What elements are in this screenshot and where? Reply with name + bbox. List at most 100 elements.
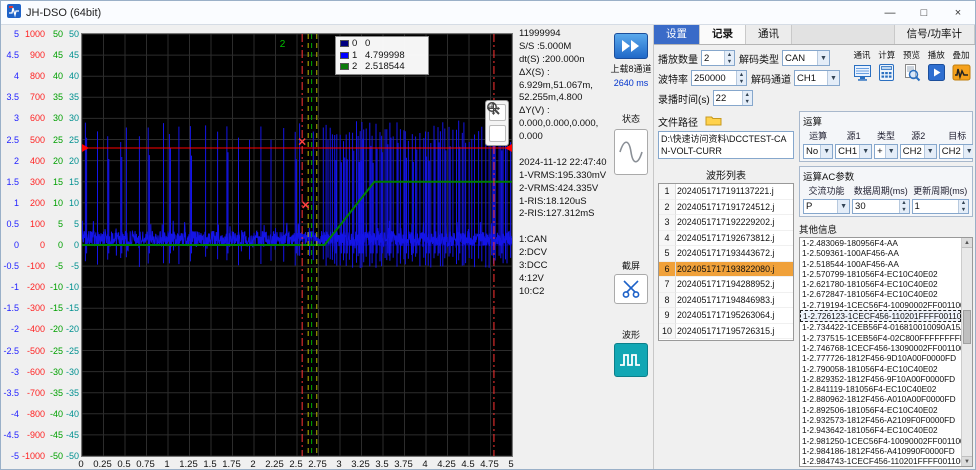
legend-row[interactable]: 22.518544 bbox=[340, 61, 424, 73]
calculator-icon[interactable] bbox=[877, 63, 896, 82]
other-info-item[interactable]: 1-2.880962-1812F456-A010A00F0000FD bbox=[800, 394, 961, 404]
other-info-item[interactable]: 1-2.570799-181056F4-EC10C40E02 bbox=[800, 269, 961, 279]
baud-spinner[interactable]: 250000 ▲▼ bbox=[691, 70, 747, 86]
other-info-item[interactable]: 1-2.892506-181056F4-EC10C40E02 bbox=[800, 405, 961, 415]
other-info-item[interactable]: 1-2.790058-181056F4-EC10C40E02 bbox=[800, 364, 961, 374]
spin-up-icon[interactable]: ▲ bbox=[725, 51, 734, 58]
other-info-item[interactable]: 1-2.621780-181056F4-EC10C40E02 bbox=[800, 279, 961, 289]
waveform-list-item[interactable]: 62024051717193822080.j bbox=[659, 262, 793, 278]
waveform-list-item[interactable]: 52024051717193443672.j bbox=[659, 246, 793, 262]
scroll-up-icon[interactable]: ▲ bbox=[962, 238, 972, 248]
spin-down-icon[interactable]: ▼ bbox=[743, 98, 752, 105]
baud-arrows[interactable]: ▲▼ bbox=[736, 71, 746, 85]
other-info-item[interactable]: 1-2.509361-100AF456-AA bbox=[800, 248, 961, 258]
chevron-down-icon[interactable]: ▼ bbox=[817, 51, 829, 65]
y-tick-label: -15 bbox=[66, 303, 79, 313]
tab-settings[interactable]: 设置 bbox=[654, 25, 700, 44]
ac-update-period-arrows[interactable]: ▲▼ bbox=[958, 200, 968, 213]
spin-down-icon[interactable]: ▼ bbox=[725, 58, 734, 65]
waveform-plot[interactable]: 2 0014.79999822.518544 bbox=[81, 33, 513, 457]
spin-up-icon[interactable]: ▲ bbox=[743, 91, 752, 98]
tab-communication[interactable]: 通讯 bbox=[746, 25, 792, 44]
status-waveform-button[interactable] bbox=[614, 129, 648, 175]
other-info-item[interactable]: 1-2.737515-1CEB56F4-02C800FFFFFFFFFF bbox=[800, 333, 961, 343]
legend-row[interactable]: 14.799998 bbox=[340, 50, 424, 62]
waveform-list-item[interactable]: 42024051717192673812.j bbox=[659, 231, 793, 247]
tab-signal-power-meter[interactable]: 信号/功率计 bbox=[894, 25, 975, 44]
record-time-spinner[interactable]: 22 ▲▼ bbox=[713, 90, 753, 106]
other-info-item[interactable]: 1-2.932573-1812F456-A2109F0F0000FD bbox=[800, 415, 961, 425]
ac-data-period-spinner[interactable]: 30▲▼ bbox=[852, 199, 909, 214]
scroll-down-icon[interactable]: ▼ bbox=[962, 456, 972, 466]
other-info-item[interactable]: 1-2.734422-1CEB56F4-016810010090A15A bbox=[800, 322, 961, 332]
other-info-item[interactable]: 1-2.719194-1CEC56F4-10090002FF001100 bbox=[800, 300, 961, 310]
legend-row[interactable]: 00 bbox=[340, 38, 424, 50]
chevron-down-icon[interactable]: ▼ bbox=[885, 145, 897, 158]
play-count-arrows[interactable]: ▲▼ bbox=[724, 51, 734, 65]
chevron-down-icon[interactable]: ▼ bbox=[827, 71, 839, 85]
scrollbar[interactable]: ▲ ▼ bbox=[961, 238, 972, 466]
play-icon[interactable] bbox=[927, 63, 946, 82]
chevron-down-icon[interactable]: ▼ bbox=[963, 145, 973, 158]
ac-update-period-spinner[interactable]: 1▲▼ bbox=[912, 199, 969, 214]
other-info-item[interactable]: 1-2.943642-181056F4-EC10C40E02 bbox=[800, 425, 961, 435]
waveform-list-item[interactable]: 32024051717192229202.j bbox=[659, 215, 793, 231]
waveform-list-item[interactable]: 22024051717191724512.j bbox=[659, 200, 793, 216]
op-mode-select[interactable]: No▼ bbox=[803, 144, 833, 159]
waveform-list-item[interactable]: 82024051717194846983.j bbox=[659, 293, 793, 309]
other-info-item[interactable]: 1-2.984743-1CECF456-110201FFFF001100 bbox=[800, 456, 961, 466]
close-icon[interactable]: × bbox=[941, 1, 975, 24]
op-source1-select[interactable]: CH1▼ bbox=[835, 144, 872, 159]
other-info-item[interactable]: 1-2.746768-1CECF456-13090002FF001100 bbox=[800, 343, 961, 353]
waveform-list-item[interactable]: 72024051717194288952.j bbox=[659, 277, 793, 293]
preview-icon[interactable] bbox=[902, 63, 921, 82]
pan-icon[interactable] bbox=[489, 125, 506, 142]
other-info-item[interactable]: 1-2.984186-1812F456-A410990F0000FD bbox=[800, 446, 961, 456]
decode-channel-select[interactable]: CH1 ▼ bbox=[794, 70, 840, 86]
waveform-list-item[interactable]: 102024051717195726315.j bbox=[659, 324, 793, 340]
waveform-list-item[interactable]: 12024051717191137221.j bbox=[659, 184, 793, 200]
scrollbar-track[interactable] bbox=[962, 248, 972, 456]
screenshot-button[interactable] bbox=[614, 274, 648, 304]
spin-down-icon[interactable]: ▼ bbox=[959, 207, 968, 214]
other-info-item[interactable]: 1-2.726123-1CECF456-110201FFFF001100 bbox=[800, 310, 961, 322]
chevron-down-icon[interactable]: ▼ bbox=[859, 145, 871, 158]
play-count-spinner[interactable]: 2 ▲▼ bbox=[701, 50, 735, 66]
file-path-value[interactable]: D:\快速访问资料\DCCTEST-CAN-VOLT-CURR bbox=[658, 131, 794, 159]
ac-function-select[interactable]: P▼ bbox=[803, 199, 850, 214]
chevron-down-icon[interactable]: ▼ bbox=[837, 200, 849, 213]
waveform-button[interactable] bbox=[614, 343, 648, 377]
scrollbar-thumb[interactable] bbox=[963, 310, 971, 344]
op-target-select[interactable]: CH2▼ bbox=[939, 144, 973, 159]
waveform-list-item[interactable]: 92024051717195263064.j bbox=[659, 308, 793, 324]
op-type-select[interactable]: +▼ bbox=[874, 144, 898, 159]
waveform-item-number: 8 bbox=[659, 293, 676, 309]
spin-down-icon[interactable]: ▼ bbox=[900, 207, 909, 214]
other-info-item[interactable]: 1-2.672847-181056F4-EC10C40E02 bbox=[800, 289, 961, 299]
decode-type-select[interactable]: CAN ▼ bbox=[782, 50, 830, 66]
other-info-item[interactable]: 1-2.981250-1CEC56F4-10090002FF001100 bbox=[800, 436, 961, 446]
channel-legend[interactable]: 0014.79999822.518544 bbox=[335, 36, 429, 75]
maximize-icon[interactable]: □ bbox=[907, 1, 941, 24]
other-info-item[interactable]: 1-2.777726-1812F456-9D10A00F0000FD bbox=[800, 353, 961, 363]
titlebar[interactable]: JH-DSO (64bit) — □ × bbox=[1, 1, 975, 25]
tab-record[interactable]: 记录 bbox=[700, 25, 746, 44]
minimize-icon[interactable]: — bbox=[873, 1, 907, 24]
overlay-icon[interactable] bbox=[952, 63, 971, 82]
other-info-list[interactable]: 1-2.483069-180956F4-AA1-2.509361-100AF45… bbox=[800, 238, 961, 466]
other-info-item[interactable]: 1-2.483069-180956F4-AA bbox=[800, 238, 961, 248]
folder-open-icon[interactable] bbox=[705, 114, 722, 129]
chevron-down-icon[interactable]: ▼ bbox=[924, 145, 936, 158]
upload-play-button[interactable] bbox=[614, 33, 648, 59]
other-info-item[interactable]: 1-2.841119-181056F4-EC10C40E02 bbox=[800, 384, 961, 394]
spin-down-icon[interactable]: ▼ bbox=[737, 78, 746, 85]
comm-icon[interactable] bbox=[853, 63, 872, 82]
chevron-down-icon[interactable]: ▼ bbox=[820, 145, 832, 158]
other-info-item[interactable]: 1-2.829352-1812F456-9F10A00F0000FD bbox=[800, 374, 961, 384]
record-time-arrows[interactable]: ▲▼ bbox=[742, 91, 752, 105]
ac-data-period-arrows[interactable]: ▲▼ bbox=[899, 200, 909, 213]
op-source2-select[interactable]: CH2▼ bbox=[900, 144, 937, 159]
waveform-list[interactable]: 12024051717191137221.j220240517171917245… bbox=[658, 183, 794, 341]
spin-up-icon[interactable]: ▲ bbox=[737, 71, 746, 78]
other-info-item[interactable]: 1-2.518544-100AF456-AA bbox=[800, 259, 961, 269]
